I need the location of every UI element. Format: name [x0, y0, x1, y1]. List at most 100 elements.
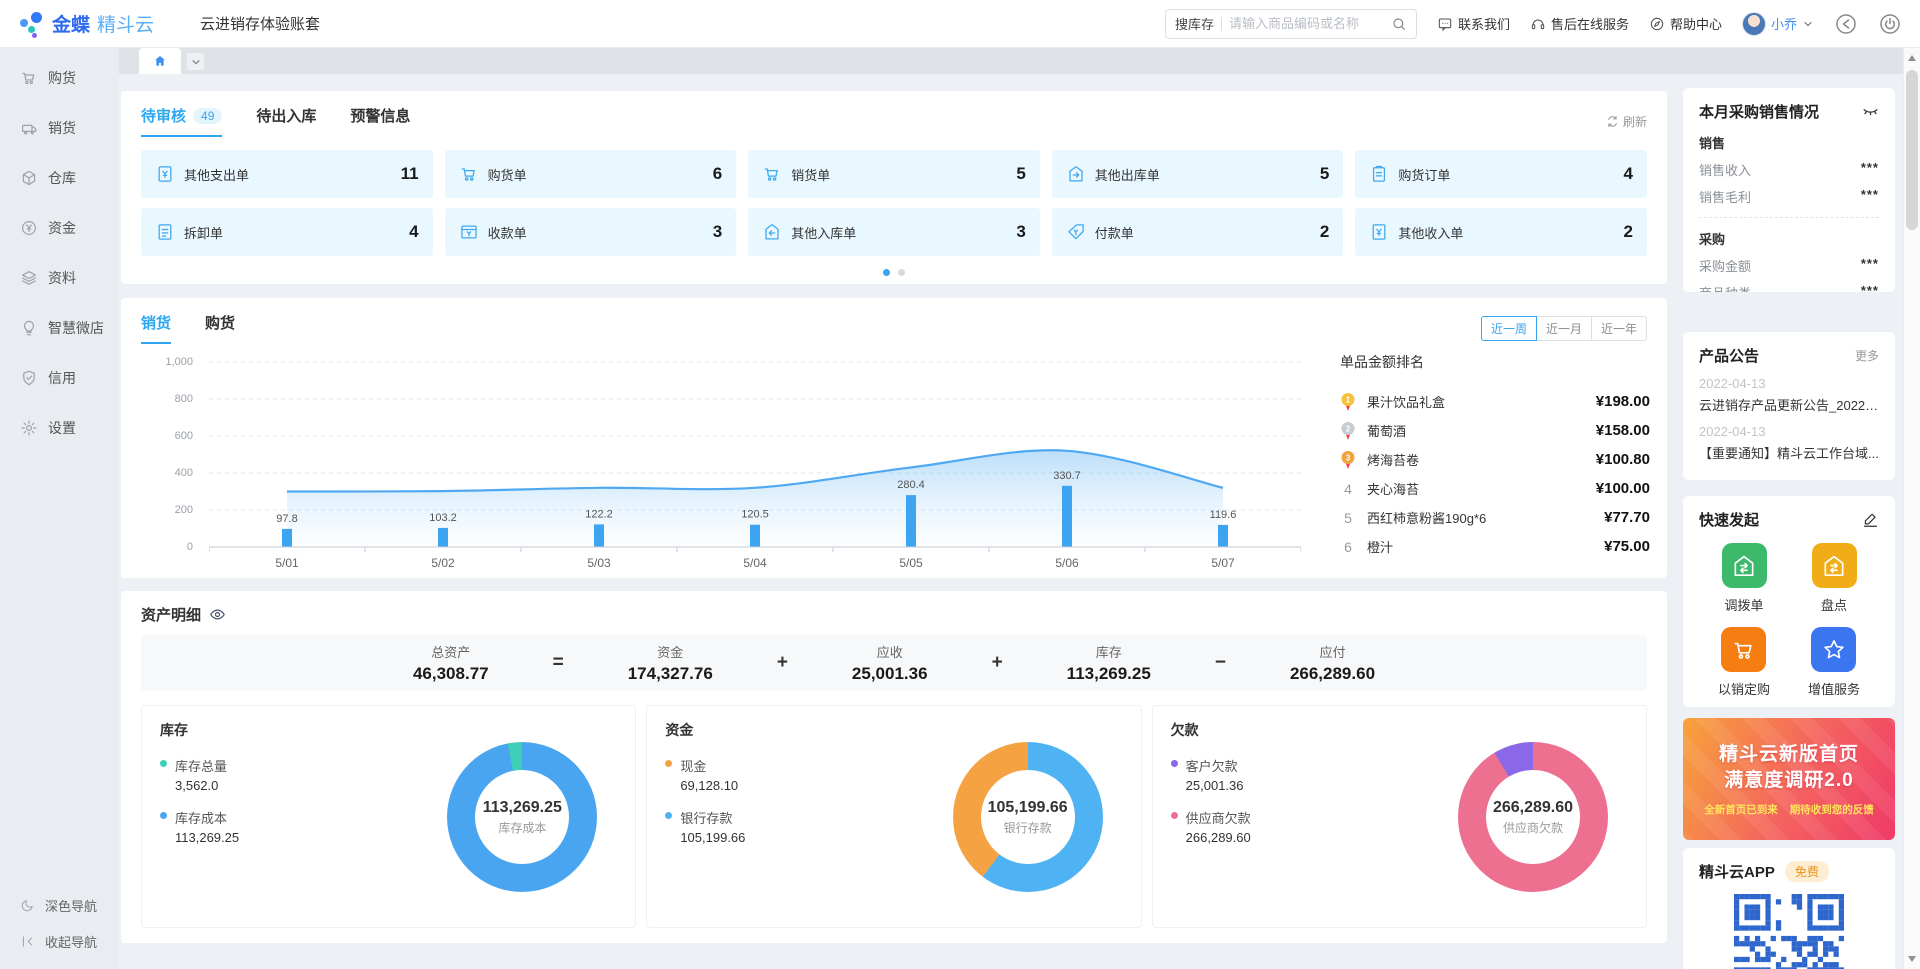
chat-icon [1437, 16, 1453, 32]
ranking-item[interactable]: 1果汁饮品礼盒¥198.00 [1340, 387, 1650, 416]
carousel-dot[interactable] [898, 269, 905, 276]
sidebar-item-label: 资料 [48, 268, 76, 288]
inventory-search[interactable]: 搜库存 [1165, 9, 1417, 39]
ranking-item[interactable]: 5西红柿意粉酱190g*6¥77.70 [1340, 503, 1650, 532]
todo-card[interactable]: 其他支出单 11 [141, 150, 433, 198]
guide-back-button[interactable] [1834, 12, 1858, 36]
formula-term-value: 174,327.76 [628, 664, 713, 684]
ranking-item[interactable]: 2葡萄酒¥158.00 [1340, 416, 1650, 445]
sidebar-item-settings[interactable]: 设置 [0, 403, 119, 453]
search-scope-selector[interactable]: 搜库存 [1175, 14, 1214, 33]
cart-icon [459, 164, 479, 184]
ranking-item[interactable]: 3烤海苔卷¥100.80 [1340, 445, 1650, 474]
eye-icon[interactable] [209, 606, 226, 623]
x-axis-tick: 5/06 [1035, 556, 1099, 570]
formula-term-value: 113,269.25 [1067, 664, 1151, 684]
product-name: 夹心海苔 [1367, 479, 1585, 498]
search-input[interactable] [1229, 16, 1384, 31]
todo-card[interactable]: 付款单 2 [1052, 208, 1344, 256]
monthly-section-heading: 销售 [1699, 133, 1879, 152]
quick-action-stocktake[interactable]: 盘点 [1812, 543, 1857, 614]
page-scrollbar[interactable] [1903, 48, 1920, 969]
sidebar-footer-dark-nav[interactable]: 深色导航 [0, 887, 119, 923]
tab-pending-review[interactable]: 待审核49 [141, 105, 222, 137]
todo-card[interactable]: 收款单 3 [445, 208, 737, 256]
eye-closed-icon[interactable] [1862, 103, 1879, 120]
contact-us-label: 联系我们 [1458, 14, 1510, 33]
tab-purchase[interactable]: 购货 [205, 312, 235, 344]
tab-alerts[interactable]: 预警信息 [350, 105, 410, 137]
sidebar-item-smart-store[interactable]: 智慧微店 [0, 303, 119, 353]
sidebar-item-funds[interactable]: 资金 [0, 203, 119, 253]
quick-action-purchase-by-sales[interactable]: 以销定购 [1718, 627, 1770, 698]
todo-card-count: 6 [713, 164, 722, 184]
sidebar-item-credit[interactable]: 信用 [0, 353, 119, 403]
tab-sales[interactable]: 销货 [141, 312, 171, 344]
free-badge: 免费 [1785, 861, 1829, 882]
contact-us-link[interactable]: 联系我们 [1437, 14, 1510, 33]
app-logo[interactable]: 金蝶 精斗云 [18, 10, 154, 38]
todo-card[interactable]: 拆卸单 4 [141, 208, 433, 256]
todo-card-label: 收款单 [488, 223, 527, 242]
home-tab-dropdown[interactable] [187, 53, 204, 70]
sidebar-item-warehouse[interactable]: 仓库 [0, 153, 119, 203]
svg-text:280.4: 280.4 [897, 479, 925, 491]
quick-action-value-added-services[interactable]: 增值服务 [1808, 627, 1860, 698]
announcement-item[interactable]: 2022-04-13【重要通知】精斗云工作台域... [1699, 424, 1879, 462]
pending-count-badge: 49 [193, 108, 222, 124]
asset-card-title: 资金 [665, 720, 1122, 740]
ranking-item[interactable]: 6橙汁¥75.00 [1340, 532, 1650, 561]
tab-pending-inout[interactable]: 待出入库 [256, 105, 316, 137]
legend-value: 113,269.25 [175, 830, 239, 845]
avatar [1742, 12, 1766, 36]
formula-term-label: 应付 [1290, 642, 1375, 661]
ranking-item[interactable]: 4夹心海苔¥100.00 [1340, 474, 1650, 503]
delivery-icon [20, 119, 38, 137]
todo-card[interactable]: 购货订单 4 [1355, 150, 1647, 198]
account-title[interactable]: 云进销存体验账套 [200, 13, 320, 34]
monthly-row-label: 销售毛利 [1699, 187, 1751, 206]
legend-value: 69,128.10 [680, 778, 738, 793]
announcement-text[interactable]: 【重要通知】精斗云工作台域... [1699, 443, 1879, 462]
house-swap-icon [1812, 543, 1857, 588]
legend-value: 3,562.0 [175, 778, 227, 793]
sidebar-item-materials[interactable]: 资料 [0, 253, 119, 303]
period-button-1[interactable]: 近一月 [1536, 316, 1592, 341]
announcements-title: 产品公告 [1699, 345, 1759, 366]
todo-card[interactable]: 其他收入单 2 [1355, 208, 1647, 256]
asset-card-title: 库存 [160, 720, 617, 740]
search-icon[interactable] [1391, 16, 1407, 32]
user-menu[interactable]: 小乔 [1742, 12, 1814, 36]
period-button-0[interactable]: 近一周 [1481, 316, 1537, 341]
sidebar-item-purchase[interactable]: 购货 [0, 53, 119, 103]
todo-card[interactable]: 购货单 6 [445, 150, 737, 198]
sidebar-footer-collapse-nav[interactable]: 收起导航 [0, 923, 119, 959]
todo-card[interactable]: 其他入库单 3 [748, 208, 1040, 256]
todo-card[interactable]: 销货单 5 [748, 150, 1040, 198]
formula-term-value: 25,001.36 [852, 664, 928, 684]
survey-banner[interactable]: 精斗云新版首页 满意度调研2.0 全新首页已到来 期待收到您的反馈 [1683, 718, 1895, 840]
announcement-item[interactable]: 2022-04-13云进销存产品更新公告_20220... [1699, 376, 1879, 414]
edit-icon[interactable] [1862, 511, 1879, 528]
scroll-thumb[interactable] [1906, 70, 1918, 230]
carousel-dot[interactable] [883, 269, 890, 276]
todo-card[interactable]: 其他出库单 5 [1052, 150, 1344, 198]
assets-title: 资产明细 [141, 604, 201, 625]
legend-label: 现金 [680, 756, 738, 775]
refresh-button[interactable]: 刷新 [1606, 113, 1647, 130]
power-button[interactable] [1878, 12, 1902, 36]
home-tab[interactable] [139, 48, 181, 74]
more-link[interactable]: 更多 [1855, 347, 1879, 364]
scroll-down-arrow[interactable] [1904, 952, 1920, 966]
announcement-text[interactable]: 云进销存产品更新公告_20220... [1699, 395, 1879, 414]
donut-center-value: 105,199.66 [988, 799, 1068, 817]
scroll-up-arrow[interactable] [1904, 51, 1920, 65]
sales-trend-panel: 销货购货 近一周近一月近一年 02004006008001,000 97.810… [121, 298, 1667, 578]
period-button-2[interactable]: 近一年 [1591, 316, 1647, 341]
after-sales-service-link[interactable]: 售后在线服务 [1530, 14, 1629, 33]
monthly-row: 销售收入*** [1699, 160, 1879, 179]
banner-line1: 精斗云新版首页 [1719, 742, 1859, 768]
sidebar-item-sales[interactable]: 销货 [0, 103, 119, 153]
help-center-link[interactable]: 帮助中心 [1649, 14, 1722, 33]
quick-action-transfer-order[interactable]: 调拨单 [1722, 543, 1767, 614]
